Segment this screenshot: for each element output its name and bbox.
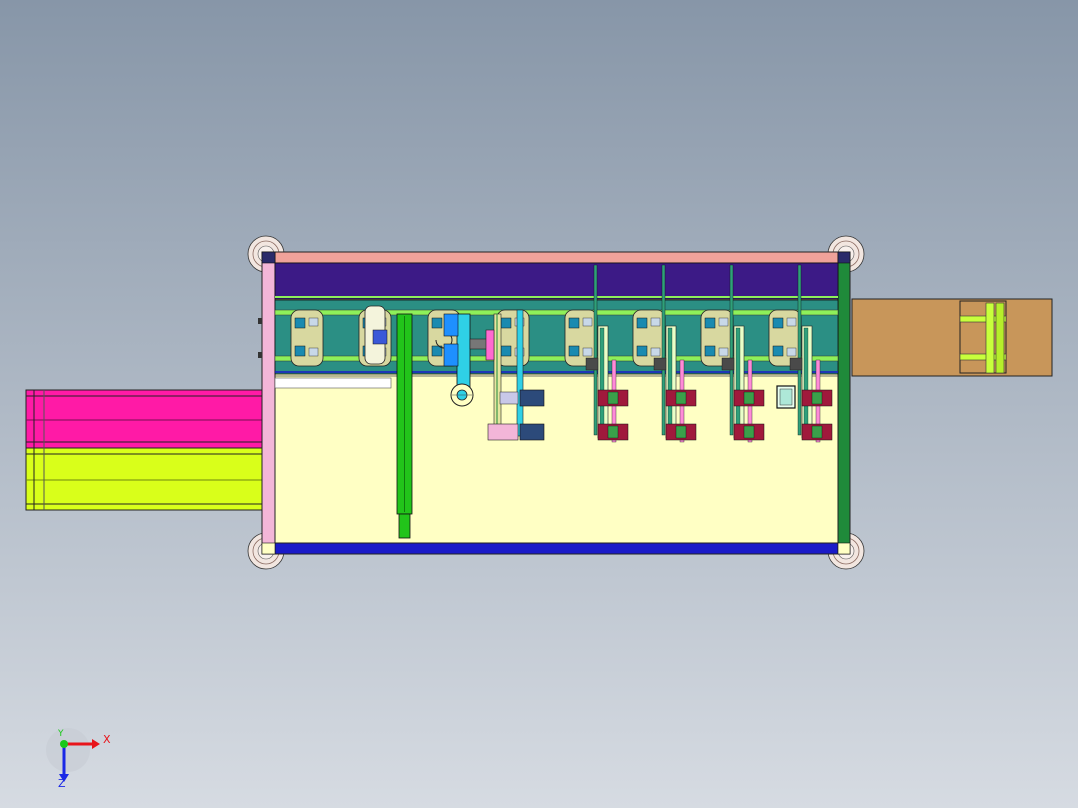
corner-block [837,251,851,264]
arm-clamp [443,313,459,337]
vertical-rod [797,264,802,436]
cylinder-valve [653,357,667,371]
station-sensor [431,317,443,329]
sensor-glass [779,388,793,406]
station-sensor [500,317,512,329]
cylinder-rod [599,327,605,437]
station-sensor [636,345,648,357]
conveyor-top-rail [274,309,839,316]
station-sensor [704,317,716,329]
triad-x-label: X [103,733,111,746]
station-pad [650,317,661,327]
right-extension-plate [851,298,1053,377]
station-sensor [294,317,306,329]
station-pad [308,347,319,357]
cylinder-end-cap [398,513,411,539]
station-pad [308,317,319,327]
block-fitting [607,391,619,405]
station-pad [718,347,729,357]
block-fitting [675,425,687,439]
cylinder-rod [735,327,741,437]
station-sensor [704,345,716,357]
cylinder-rod [667,327,673,437]
block-fitting [743,391,755,405]
station-pad [650,347,661,357]
block-fitting [675,391,687,405]
frame-left-rail [261,251,276,555]
vertical-rod [729,264,734,436]
triad-origin-shadow [46,728,90,772]
right-extension-module[interactable] [851,298,1053,377]
station-sensor [294,345,306,357]
cylinder-rod [803,327,809,437]
right-extension-roller-post [995,302,1005,374]
block-fitting [811,425,823,439]
right-extension-roller-post [985,302,995,374]
conveyor-station[interactable] [564,309,598,367]
frame-right-rail [837,251,851,555]
conveyor-station[interactable] [358,305,392,367]
slider-guide-rail [516,309,524,437]
frame-top-rail [261,251,851,264]
station-sensor [772,345,784,357]
cylinder-valve [789,357,803,371]
cylinder-valve [585,357,599,371]
frame-bottom-rail [261,542,851,555]
triad-z-label: Z [58,777,66,790]
cylinder-valve [721,357,735,371]
arm-clamp [443,343,459,367]
station-sensor [500,345,512,357]
station-sensor [568,317,580,329]
conveyor-station[interactable] [290,309,324,367]
left-guide-strip [274,377,392,389]
station-pad [786,347,797,357]
conveyor-station[interactable] [768,309,802,367]
vertical-rod [661,264,666,436]
top-navy-cover-panel [274,262,839,300]
station-pad [582,347,593,357]
slider-dark-block [519,423,545,441]
left-rail-bracket [258,352,262,358]
station-sensor [772,317,784,329]
corner-block [837,542,851,555]
station-sensor [636,317,648,329]
long-green-cylinder[interactable] [396,313,413,539]
cad-viewport[interactable]: X Y Z [0,0,1078,808]
assembly-model-view[interactable] [0,0,1078,808]
slider-pad [499,391,519,405]
arm-body [456,313,471,395]
block-fitting [607,425,619,439]
slider-base-block [487,423,519,441]
triad-y-label: Y [58,729,64,739]
corner-block [261,542,276,555]
triad-y-dot [60,740,68,748]
conveyor-station[interactable] [496,309,530,367]
slider-dark-block [519,389,545,407]
station-pad [718,317,729,327]
left-rail-bracket [258,318,262,324]
block-fitting [811,391,823,405]
station-pad [786,317,797,327]
conveyor-station[interactable] [632,309,666,367]
sensor-window[interactable] [776,385,796,409]
station-pad [582,317,593,327]
vertical-rod [593,264,598,436]
corner-block [261,251,276,264]
block-fitting [743,425,755,439]
station-sensor [568,345,580,357]
station-motor [372,329,388,345]
slider-top-bracket [485,329,495,361]
conveyor-station[interactable] [700,309,734,367]
